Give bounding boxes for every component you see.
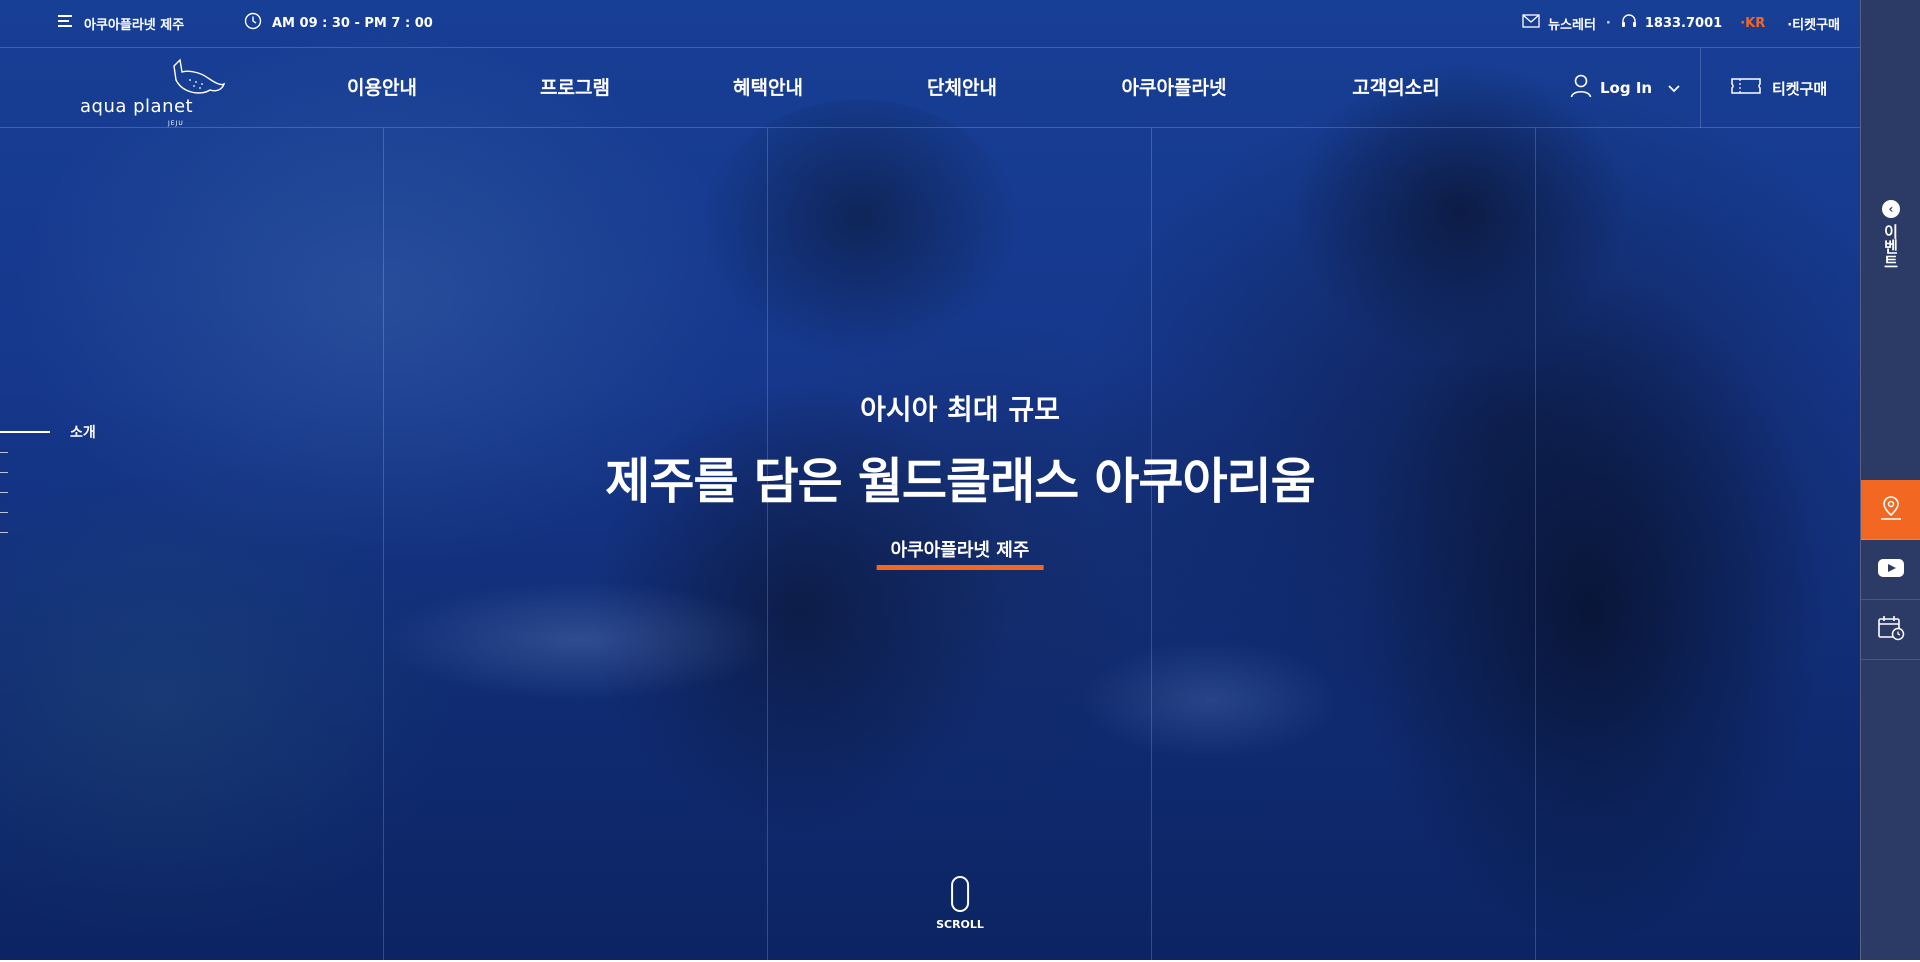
phone-number[interactable]: 1833.7001 bbox=[1645, 16, 1722, 31]
language-selector[interactable]: ·KR bbox=[1740, 16, 1765, 31]
nav-item-customer-voice[interactable]: 고객의소리 bbox=[1352, 48, 1439, 128]
clock-icon bbox=[244, 12, 262, 34]
slide-tick[interactable] bbox=[0, 512, 8, 513]
slide-tick[interactable] bbox=[0, 472, 8, 473]
user-icon bbox=[1570, 74, 1592, 102]
right-sidebar: ‹ 이벤트 bbox=[1860, 0, 1920, 962]
grid-line bbox=[767, 128, 768, 962]
hero-cta-link[interactable]: 아쿠아플라넷 제주 bbox=[876, 536, 1044, 570]
newsletter-link[interactable]: 뉴스레터 bbox=[1548, 14, 1596, 33]
hero-subtitle: 아시아 최대 규모 bbox=[860, 393, 1060, 426]
event-tab-label: 이벤트 bbox=[1881, 224, 1900, 269]
nav-item-aqua-planet[interactable]: 아쿠아플라넷 bbox=[1122, 48, 1227, 128]
site-menu-toggle[interactable]: 아쿠아플라넷 제주 bbox=[58, 0, 184, 46]
reservation-calendar-button[interactable] bbox=[1861, 600, 1920, 660]
ticket-purchase-button[interactable]: 티켓구매 bbox=[1730, 48, 1827, 128]
grid-line bbox=[1535, 128, 1536, 962]
active-slide-line[interactable] bbox=[0, 431, 50, 433]
nav-divider bbox=[1700, 48, 1701, 128]
diver-silhouette bbox=[1360, 280, 1820, 940]
ticket-purchase-label: 티켓구매 bbox=[1772, 79, 1828, 98]
hero-cta-label: 아쿠아플라넷 제주 bbox=[890, 540, 1030, 561]
slide-tick[interactable] bbox=[0, 532, 8, 533]
grid-line bbox=[383, 128, 384, 962]
chevron-left-icon: ‹ bbox=[1882, 200, 1900, 218]
ticket-icon bbox=[1730, 76, 1762, 100]
mail-icon bbox=[1522, 14, 1540, 32]
slide-tick[interactable] bbox=[0, 492, 8, 493]
nav-item-group-guide[interactable]: 단체안내 bbox=[927, 48, 997, 128]
main-navigation: aqua planet JEJU 이용안내 프로그램 혜택안내 단체안내 아쿠아… bbox=[0, 48, 1860, 128]
cta-underline bbox=[876, 565, 1044, 570]
chevron-down-icon bbox=[1668, 79, 1680, 97]
mouse-icon bbox=[951, 876, 969, 912]
scroll-indicator[interactable]: SCROLL bbox=[936, 876, 984, 931]
event-tab[interactable]: ‹ 이벤트 bbox=[1861, 200, 1920, 310]
login-label: Log In bbox=[1600, 79, 1653, 97]
diver-hand-highlight bbox=[1080, 640, 1340, 760]
hamburger-icon bbox=[58, 14, 74, 32]
slide-tick[interactable] bbox=[0, 452, 8, 453]
calendar-clock-icon bbox=[1877, 615, 1905, 645]
map-location-button[interactable] bbox=[1861, 480, 1920, 540]
scroll-label: SCROLL bbox=[936, 918, 984, 931]
headset-icon bbox=[1621, 13, 1637, 33]
nav-item-usage-guide[interactable]: 이용안내 bbox=[347, 48, 417, 128]
active-slide-label: 소개 bbox=[70, 425, 96, 441]
ticket-link[interactable]: ·티켓구매 bbox=[1787, 14, 1840, 33]
diver-arm-highlight bbox=[380, 580, 780, 700]
login-button[interactable]: Log In bbox=[1570, 48, 1680, 128]
opening-hours: AM 09 : 30 - PM 7 : 00 bbox=[244, 0, 433, 46]
separator: · bbox=[1605, 15, 1611, 31]
site-menu-label: 아쿠아플라넷 제주 bbox=[84, 17, 185, 33]
utility-links: 뉴스레터 · 1833.7001 ·KR ·티켓구매 bbox=[1522, 0, 1840, 46]
grid-line bbox=[1151, 128, 1152, 962]
nav-item-programs[interactable]: 프로그램 bbox=[540, 48, 610, 128]
opening-hours-text: AM 09 : 30 - PM 7 : 00 bbox=[272, 15, 433, 31]
top-utility-bar: 아쿠아플라넷 제주 AM 09 : 30 - PM 7 : 00 뉴스레터 · … bbox=[0, 0, 1860, 48]
map-pin-icon bbox=[1877, 494, 1905, 526]
nav-item-benefits[interactable]: 혜택안내 bbox=[733, 48, 803, 128]
youtube-button[interactable] bbox=[1861, 540, 1920, 600]
youtube-icon bbox=[1877, 558, 1905, 582]
diver-silhouette bbox=[700, 100, 1020, 360]
hero-title: 제주를 담은 월드클래스 아쿠아리움 bbox=[605, 453, 1315, 510]
